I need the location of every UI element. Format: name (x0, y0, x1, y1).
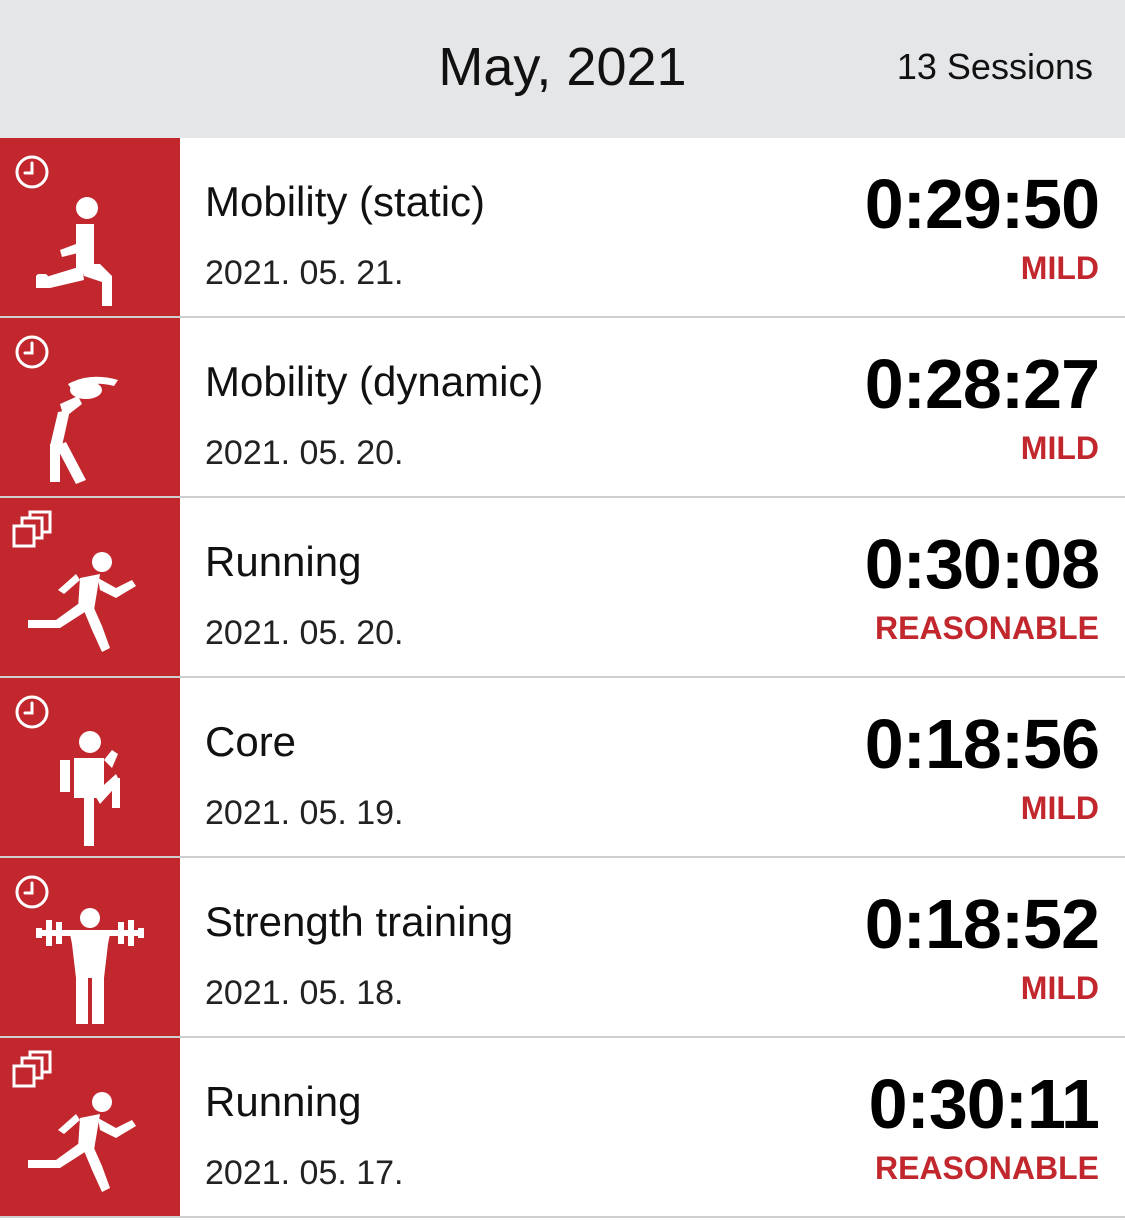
session-date: 2021. 05. 19. (205, 794, 404, 832)
intensity-label: REASONABLE (874, 1150, 1099, 1186)
session-duration: 0:18:52 (864, 885, 1100, 963)
activity-tile (0, 498, 180, 676)
month-header: May, 2021 13 Sessions (0, 0, 1125, 138)
session-row[interactable]: Core 2021. 05. 19. 0:18:56 MILD (0, 678, 1125, 858)
lunge-stretch-icon (36, 197, 112, 306)
session-date: 2021. 05. 20. (205, 434, 404, 472)
session-name: Mobility (dynamic) (205, 358, 544, 405)
session-count: 13 Sessions (896, 46, 1093, 87)
session-duration: 0:30:08 (864, 525, 1100, 603)
session-row[interactable]: Mobility (dynamic) 2021. 05. 20. 0:28:27… (0, 318, 1125, 498)
intensity-label: MILD (1020, 790, 1099, 826)
side-stretch-icon (50, 376, 118, 484)
session-duration: 0:30:11 (868, 1065, 1100, 1143)
activity-tile (0, 858, 180, 1036)
intensity-label: MILD (1020, 430, 1099, 466)
session-row[interactable]: Running 2021. 05. 20. 0:30:08 REASONABLE (0, 498, 1125, 678)
session-row[interactable]: Strength training 2021. 05. 18. 0:18:52 … (0, 858, 1125, 1038)
session-date: 2021. 05. 20. (205, 614, 404, 652)
session-name: Core (205, 718, 297, 765)
session-date: 2021. 05. 17. (205, 1154, 404, 1192)
session-row[interactable]: Mobility (static) 2021. 05. 21. 0:29:50 … (0, 138, 1125, 318)
session-name: Mobility (static) (205, 178, 486, 225)
activity-tile (0, 138, 180, 316)
session-duration: 0:29:50 (864, 165, 1100, 243)
session-name: Strength training (205, 898, 514, 945)
session-name: Running (205, 538, 362, 585)
activity-tile (0, 318, 180, 496)
intensity-label: MILD (1020, 250, 1099, 286)
intensity-label: REASONABLE (874, 610, 1099, 646)
session-date: 2021. 05. 18. (205, 974, 404, 1012)
intensity-label: MILD (1020, 970, 1099, 1006)
knee-raise-icon (60, 731, 120, 846)
activity-tile (0, 1038, 180, 1216)
session-duration: 0:28:27 (864, 345, 1100, 423)
session-date: 2021. 05. 21. (205, 254, 404, 292)
session-list: Mobility (static) 2021. 05. 21. 0:29:50 … (0, 138, 1125, 1218)
session-name: Running (205, 1078, 362, 1125)
session-row[interactable]: Running 2021. 05. 17. 0:30:11 REASONABLE (0, 1038, 1125, 1218)
activity-tile (0, 678, 180, 856)
barbell-squat-icon (36, 908, 144, 1024)
running-icon (28, 552, 136, 652)
running-icon (28, 1092, 136, 1192)
session-duration: 0:18:56 (864, 705, 1100, 783)
